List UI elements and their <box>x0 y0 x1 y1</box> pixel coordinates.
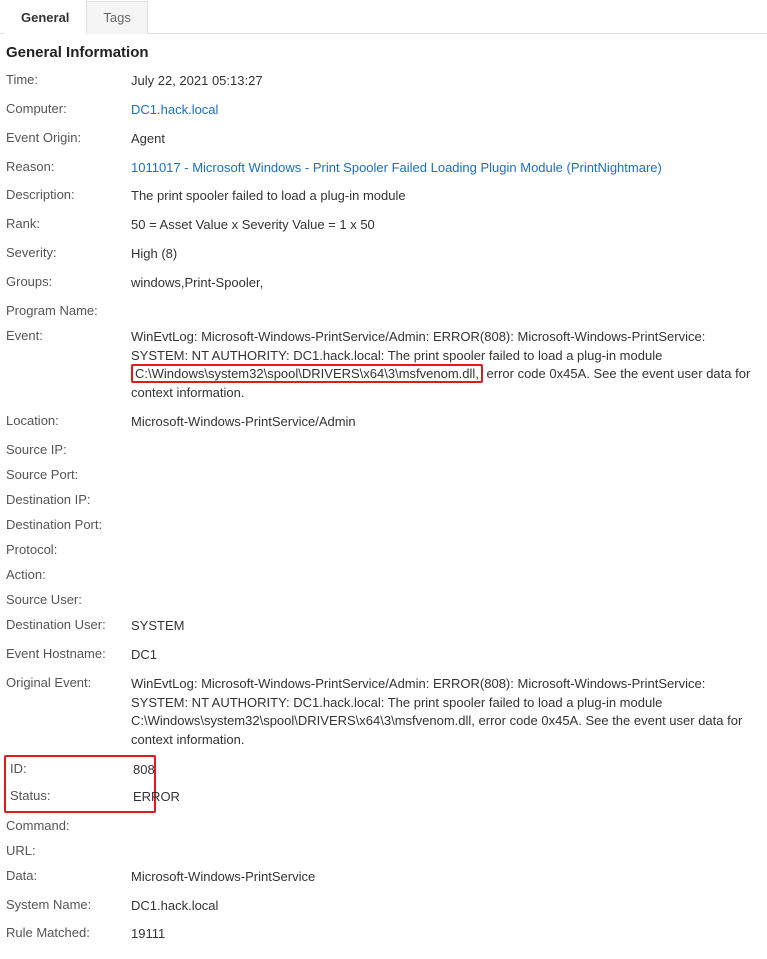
row-event-origin: Event Origin: Agent <box>6 125 761 154</box>
value-time: July 22, 2021 05:13:27 <box>131 72 761 91</box>
value-original-event: WinEvtLog: Microsoft-Windows-PrintServic… <box>131 675 761 750</box>
row-location: Location: Microsoft-Windows-PrintService… <box>6 408 761 437</box>
row-action: Action: <box>6 562 761 587</box>
row-description: Description: The print spooler failed to… <box>6 182 761 211</box>
link-computer[interactable]: DC1.hack.local <box>131 102 218 117</box>
value-description: The print spooler failed to load a plug-… <box>131 187 761 206</box>
label-event: Event: <box>6 328 131 343</box>
row-system-name: System Name: DC1.hack.local <box>6 892 761 921</box>
label-computer: Computer: <box>6 101 131 116</box>
row-time: Time: July 22, 2021 05:13:27 <box>6 67 761 96</box>
label-reason: Reason: <box>6 159 131 174</box>
row-protocol: Protocol: <box>6 537 761 562</box>
label-rank: Rank: <box>6 216 131 231</box>
link-reason[interactable]: 1011017 - Microsoft Windows - Print Spoo… <box>131 160 662 175</box>
value-rule-matched: 19111 <box>131 925 761 944</box>
label-source-port: Source Port: <box>6 467 131 482</box>
row-original-event: Original Event: WinEvtLog: Microsoft-Win… <box>6 670 761 755</box>
label-id: ID: <box>8 761 133 776</box>
row-source-port: Source Port: <box>6 462 761 487</box>
tabs-bar: General Tags <box>0 0 767 34</box>
row-status: Status: ERROR <box>6 784 154 811</box>
label-action: Action: <box>6 567 131 582</box>
label-data: Data: <box>6 868 131 883</box>
label-original-event: Original Event: <box>6 675 131 690</box>
row-source-user: Source User: <box>6 587 761 612</box>
row-groups: Groups: windows,Print-Spooler, <box>6 269 761 298</box>
value-id: 808 <box>133 761 155 780</box>
label-time: Time: <box>6 72 131 87</box>
row-destination-ip: Destination IP: <box>6 487 761 512</box>
label-groups: Groups: <box>6 274 131 289</box>
general-information-table: Time: July 22, 2021 05:13:27 Computer: D… <box>0 67 767 959</box>
label-url: URL: <box>6 843 131 858</box>
row-data: Data: Microsoft-Windows-PrintService <box>6 863 761 892</box>
section-title: General Information <box>0 34 767 67</box>
value-system-name: DC1.hack.local <box>131 897 761 916</box>
value-computer: DC1.hack.local <box>131 101 761 120</box>
value-event-origin: Agent <box>131 130 761 149</box>
label-source-user: Source User: <box>6 592 131 607</box>
row-rule-matched: Rule Matched: 19111 <box>6 920 761 949</box>
row-id: ID: 808 <box>6 757 154 784</box>
row-command: Command: <box>6 813 761 838</box>
value-event: WinEvtLog: Microsoft-Windows-PrintServic… <box>131 328 761 403</box>
value-severity: High (8) <box>131 245 761 264</box>
row-severity: Severity: High (8) <box>6 240 761 269</box>
tab-general[interactable]: General <box>4 1 86 34</box>
label-destination-user: Destination User: <box>6 617 131 632</box>
label-system-name: System Name: <box>6 897 131 912</box>
label-event-origin: Event Origin: <box>6 130 131 145</box>
row-source-ip: Source IP: <box>6 437 761 462</box>
value-reason: 1011017 - Microsoft Windows - Print Spoo… <box>131 159 761 178</box>
value-data: Microsoft-Windows-PrintService <box>131 868 761 887</box>
label-location: Location: <box>6 413 131 428</box>
row-computer: Computer: DC1.hack.local <box>6 96 761 125</box>
label-rule-matched: Rule Matched: <box>6 925 131 940</box>
value-location: Microsoft-Windows-PrintService/Admin <box>131 413 761 432</box>
label-source-ip: Source IP: <box>6 442 131 457</box>
row-program-name: Program Name: <box>6 298 761 323</box>
row-destination-user: Destination User: SYSTEM <box>6 612 761 641</box>
value-status: ERROR <box>133 788 180 807</box>
value-event-hostname: DC1 <box>131 646 761 665</box>
value-groups: windows,Print-Spooler, <box>131 274 761 293</box>
label-event-hostname: Event Hostname: <box>6 646 131 661</box>
label-destination-port: Destination Port: <box>6 517 131 532</box>
label-protocol: Protocol: <box>6 542 131 557</box>
event-highlight-path: C:\Windows\system32\spool\DRIVERS\x64\3\… <box>131 364 483 383</box>
row-event-hostname: Event Hostname: DC1 <box>6 641 761 670</box>
label-program-name: Program Name: <box>6 303 131 318</box>
value-rank: 50 = Asset Value x Severity Value = 1 x … <box>131 216 761 235</box>
row-reason: Reason: 1011017 - Microsoft Windows - Pr… <box>6 154 761 183</box>
value-destination-user: SYSTEM <box>131 617 761 636</box>
label-severity: Severity: <box>6 245 131 260</box>
tab-tags[interactable]: Tags <box>86 1 147 34</box>
id-status-highlight-box: ID: 808 Status: ERROR <box>4 755 156 813</box>
row-url: URL: <box>6 838 761 863</box>
label-destination-ip: Destination IP: <box>6 492 131 507</box>
label-status: Status: <box>8 788 133 803</box>
label-command: Command: <box>6 818 131 833</box>
label-description: Description: <box>6 187 131 202</box>
row-destination-port: Destination Port: <box>6 512 761 537</box>
row-event: Event: WinEvtLog: Microsoft-Windows-Prin… <box>6 323 761 408</box>
row-rank: Rank: 50 = Asset Value x Severity Value … <box>6 211 761 240</box>
event-text-pre: WinEvtLog: Microsoft-Windows-PrintServic… <box>131 329 705 363</box>
